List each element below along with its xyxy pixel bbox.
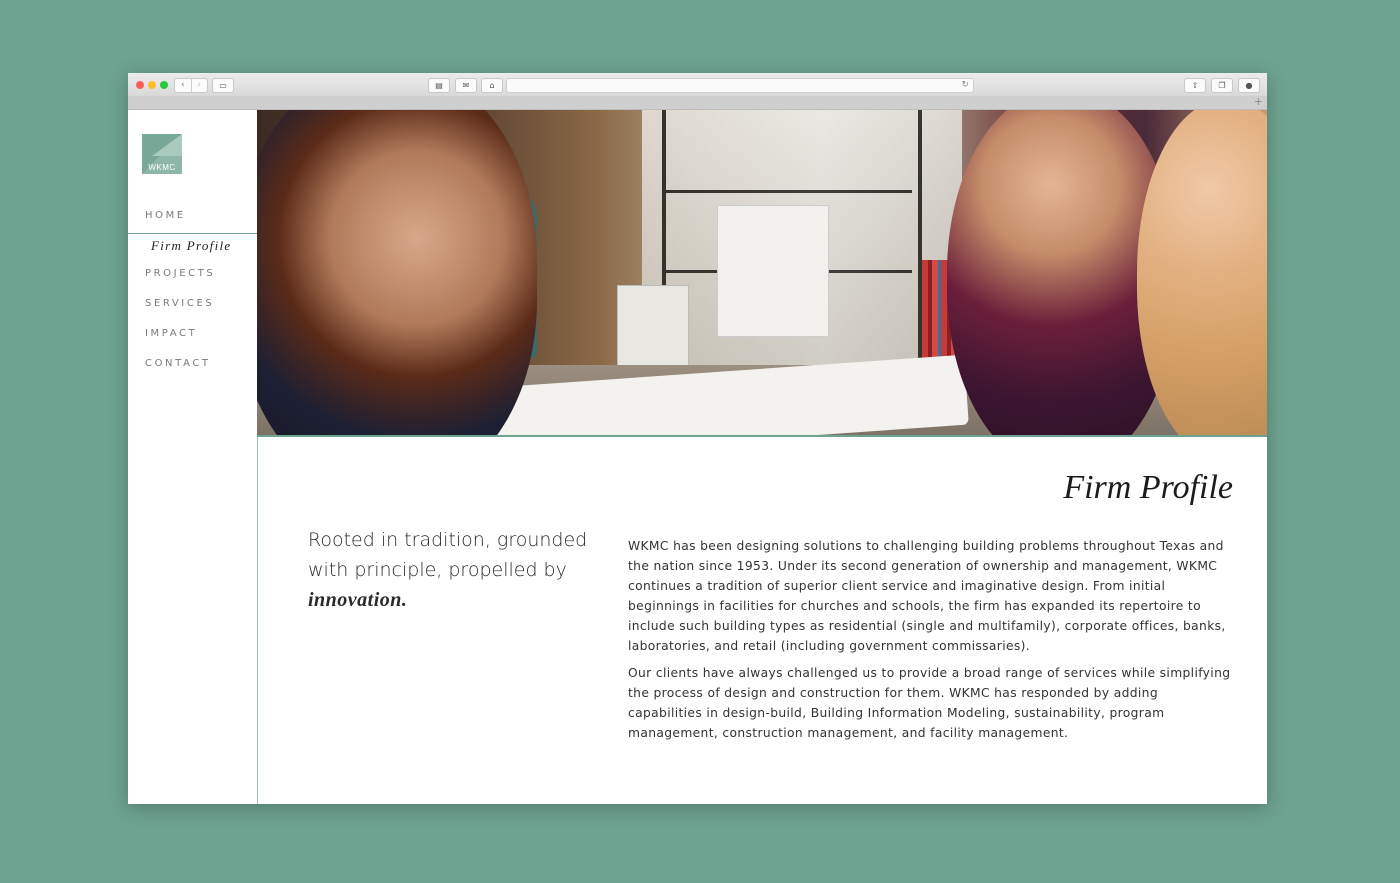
site-sidebar: WKMC HOME Firm Profile PROJECTS SERVICES…	[128, 110, 258, 804]
back-button[interactable]: ‹	[175, 79, 191, 92]
logo-shape	[152, 134, 182, 156]
nav-services[interactable]: SERVICES	[145, 298, 214, 309]
forward-button[interactable]: ›	[190, 79, 208, 92]
home-icon[interactable]: ⌂	[481, 78, 503, 93]
nav-contact[interactable]: CONTACT	[145, 358, 211, 369]
new-tab-button[interactable]: +	[1254, 95, 1263, 108]
address-bar[interactable]: ↻	[506, 78, 974, 93]
zoom-window-button[interactable]	[160, 81, 168, 89]
wkmc-logo[interactable]: WKMC	[142, 134, 182, 174]
photo-person	[1137, 110, 1267, 435]
print-icon[interactable]: ▤	[428, 78, 450, 93]
nav-firm-profile-label: Firm Profile	[151, 238, 232, 253]
browser-window: ‹ › ▭ ▤ ✉ ⌂ ↻ ⇧ ❐ ● + WKMC HOME Firm Pro…	[128, 73, 1267, 804]
hero-photo	[257, 110, 1267, 437]
history-nav: ‹ ›	[174, 78, 208, 93]
tabs-icon[interactable]: ❐	[1211, 78, 1233, 93]
tagline-text: Rooted in tradition, grounded with princ…	[308, 529, 588, 581]
tagline: Rooted in tradition, grounded with princ…	[308, 525, 598, 615]
close-window-button[interactable]	[136, 81, 144, 89]
nav-home[interactable]: HOME	[145, 210, 186, 221]
profile-body: WKMC has been designing solutions to cha…	[628, 536, 1233, 750]
share-icon[interactable]: ⇧	[1184, 78, 1206, 93]
tab-strip: +	[128, 95, 1267, 110]
photo-person	[257, 110, 537, 435]
minimize-window-button[interactable]	[148, 81, 156, 89]
browser-toolbar: ‹ › ▭ ▤ ✉ ⌂ ↻ ⇧ ❐ ●	[128, 73, 1267, 97]
reload-icon[interactable]: ↻	[961, 79, 969, 92]
nav-impact[interactable]: IMPACT	[145, 328, 197, 339]
page-title: Firm Profile	[1063, 469, 1233, 506]
tagline-emphasis: innovation.	[308, 589, 408, 611]
downloads-icon[interactable]: ●	[1238, 78, 1260, 93]
profile-paragraph-1: WKMC has been designing solutions to cha…	[628, 539, 1226, 653]
photo-box	[717, 205, 829, 337]
main-content: Firm Profile Rooted in tradition, ground…	[257, 437, 1267, 804]
nav-projects[interactable]: PROJECTS	[145, 268, 215, 279]
sidebar-toggle-icon[interactable]: ▭	[212, 78, 234, 93]
profile-paragraph-2: Our clients have always challenged us to…	[628, 666, 1231, 740]
mail-icon[interactable]: ✉	[455, 78, 477, 93]
logo-text: WKMC	[148, 163, 176, 172]
nav-firm-profile[interactable]: Firm Profile	[128, 233, 257, 253]
